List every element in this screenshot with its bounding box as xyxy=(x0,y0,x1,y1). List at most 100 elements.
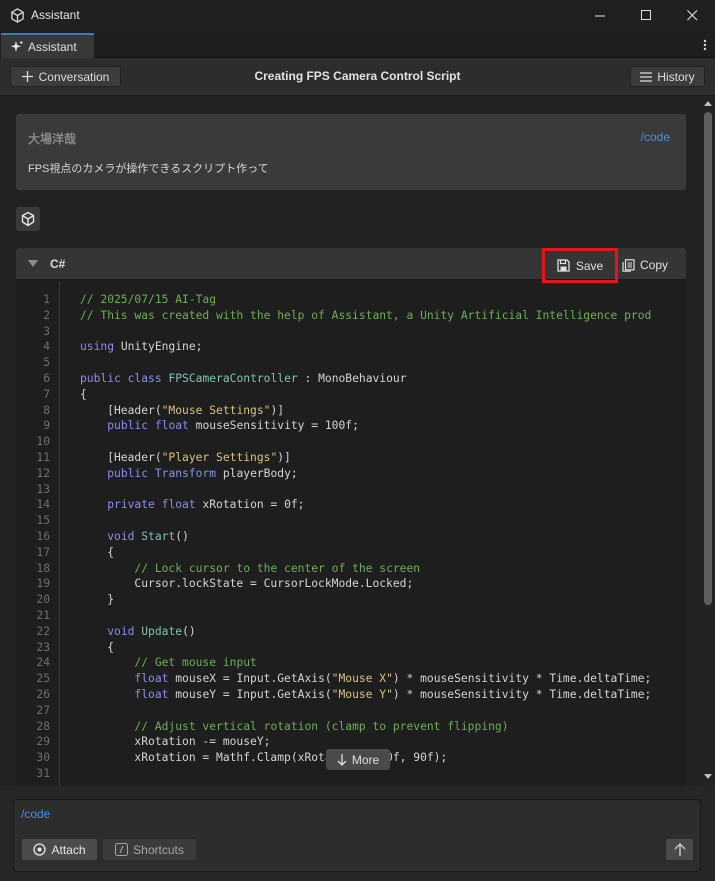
code-text: float mouseX = Input.GetAxis("Mouse X") … xyxy=(134,672,652,686)
code-line: 1 // 2025/07/15 AI-Tag xyxy=(16,293,686,309)
close-button[interactable] xyxy=(669,0,715,31)
window-titlebar: Assistant xyxy=(0,0,715,31)
code-text: public class FPSCameraController : MonoB… xyxy=(80,371,407,385)
attach-button[interactable]: Attach xyxy=(22,839,97,860)
history-button[interactable]: History xyxy=(630,66,705,87)
code-line: 12 public Transform playerBody; xyxy=(16,467,686,483)
line-number: 25 xyxy=(36,672,50,686)
code-text: xRotation -= mouseY; xyxy=(80,735,271,749)
code-text: void Start() xyxy=(107,529,189,543)
line-number: 29 xyxy=(36,735,50,749)
line-number: 3 xyxy=(43,324,50,338)
code-line: 15 xyxy=(16,514,686,530)
code-line: 23 { xyxy=(16,641,686,657)
chat-scroll-area[interactable]: 大場洋哉 /code FPS視点のカメラが操作できるスクリプト作って C# Sa… xyxy=(0,96,715,786)
minimize-button[interactable] xyxy=(577,0,623,31)
code-text: xRotation = Mathf.Clamp(xRotation, -90f,… xyxy=(80,751,448,765)
code-line: 26 float mouseY = Input.GetAxis("Mouse Y… xyxy=(16,688,686,704)
code-text: // Adjust vertical rotation (clamp to pr… xyxy=(134,719,509,733)
copy-button[interactable]: Copy xyxy=(622,255,668,275)
code-line: 20 } xyxy=(16,593,686,609)
code-text: // Lock cursor to the center of the scre… xyxy=(134,561,421,575)
code-line: 4 using UnityEngine; xyxy=(16,340,686,356)
arrow-down-icon xyxy=(337,753,347,766)
code-line: 18 // Lock cursor to the center of the s… xyxy=(16,562,686,578)
unity-logo-icon xyxy=(11,8,24,23)
shortcuts-button[interactable]: Shortcuts xyxy=(103,839,196,860)
save-label: Save xyxy=(575,258,604,273)
prompt-input[interactable]: /code Attach Shortcuts xyxy=(13,799,701,872)
line-number: 10 xyxy=(36,435,50,449)
prompt-input-value: /code xyxy=(21,807,51,821)
hamburger-icon xyxy=(640,71,653,82)
code-text: [Header("Mouse Settings")] xyxy=(80,403,285,417)
sparkle-icon xyxy=(11,40,24,52)
more-label: More xyxy=(351,752,380,767)
code-text: float mouseY = Input.GetAxis("Mouse Y") … xyxy=(134,687,652,701)
code-line: 9 public float mouseSensitivity = 100f; xyxy=(16,419,686,435)
maximize-icon xyxy=(640,10,651,20)
code-language: C# xyxy=(50,257,66,271)
code-line: 3 xyxy=(16,325,686,341)
code-text: // Get mouse input xyxy=(134,656,257,670)
kebab-menu-icon[interactable] xyxy=(703,39,707,51)
line-number: 8 xyxy=(43,403,50,417)
line-number: 6 xyxy=(43,371,50,385)
line-number: 27 xyxy=(36,703,50,717)
triangle-down-icon[interactable] xyxy=(28,260,38,268)
message-command: /code xyxy=(640,130,670,144)
code-line: 17 { xyxy=(16,546,686,562)
target-icon xyxy=(33,843,47,856)
tab-assistant[interactable]: Assistant xyxy=(1,33,94,58)
code-text: public Transform playerBody; xyxy=(107,466,298,480)
line-number: 15 xyxy=(36,514,50,528)
line-number: 24 xyxy=(36,656,50,670)
close-icon xyxy=(686,10,697,21)
line-number: 31 xyxy=(36,766,50,780)
tab-strip: Assistant xyxy=(0,31,715,58)
code-text: [Header("Player Settings")] xyxy=(80,450,291,464)
line-number: 22 xyxy=(36,624,50,638)
unity-cube-icon xyxy=(21,211,35,227)
minimize-icon xyxy=(594,15,605,17)
scrollbar-thumb[interactable] xyxy=(704,112,712,605)
code-line: 28 // Adjust vertical rotation (clamp to… xyxy=(16,720,686,736)
line-number: 4 xyxy=(43,340,50,354)
code-text: private float xRotation = 0f; xyxy=(107,498,305,512)
tab-label: Assistant xyxy=(28,39,77,54)
copy-label: Copy xyxy=(640,258,669,272)
code-text: void Update() xyxy=(107,624,196,638)
line-number: 1 xyxy=(43,293,50,306)
prompt-area: /code Attach Shortcuts xyxy=(0,786,715,881)
line-number: 11 xyxy=(36,450,50,464)
line-number: 5 xyxy=(43,356,50,370)
code-text: Cursor.lockState = CursorLockMode.Locked… xyxy=(80,577,414,591)
more-button[interactable]: More xyxy=(326,749,390,770)
attach-label: Attach xyxy=(51,842,86,857)
code-line: 21 xyxy=(16,609,686,625)
conversation-header: Conversation Creating FPS Camera Control… xyxy=(0,58,715,96)
line-number: 20 xyxy=(36,593,50,607)
maximize-button[interactable] xyxy=(623,0,669,31)
save-button[interactable]: Save xyxy=(542,248,618,283)
line-number: 26 xyxy=(36,687,50,701)
code-line: 25 float mouseX = Input.GetAxis("Mouse X… xyxy=(16,672,686,688)
code-text: { xyxy=(80,387,87,401)
code-block-header: C# Save Copy xyxy=(16,248,686,283)
line-number: 12 xyxy=(36,466,50,480)
send-button[interactable] xyxy=(666,839,693,860)
code-line: 8 [Header("Mouse Settings")] xyxy=(16,404,686,420)
floppy-disk-icon xyxy=(557,259,570,272)
line-number: 19 xyxy=(36,577,50,591)
line-number: 14 xyxy=(36,498,50,512)
line-number: 7 xyxy=(43,387,50,401)
code-line: 5 xyxy=(16,356,686,372)
scroll-up-icon[interactable] xyxy=(704,100,712,106)
code-body[interactable]: 1 // 2025/07/15 AI-Tag 2 // This was create… xyxy=(16,281,686,786)
line-number: 21 xyxy=(36,608,50,622)
code-block: C# Save Copy 1// 2025/07/15 AI-Tag 2 // … xyxy=(16,248,686,786)
line-number: 13 xyxy=(36,482,50,496)
vertical-scrollbar[interactable] xyxy=(701,96,715,786)
code-text: } xyxy=(80,593,115,607)
scroll-down-icon[interactable] xyxy=(704,774,712,780)
